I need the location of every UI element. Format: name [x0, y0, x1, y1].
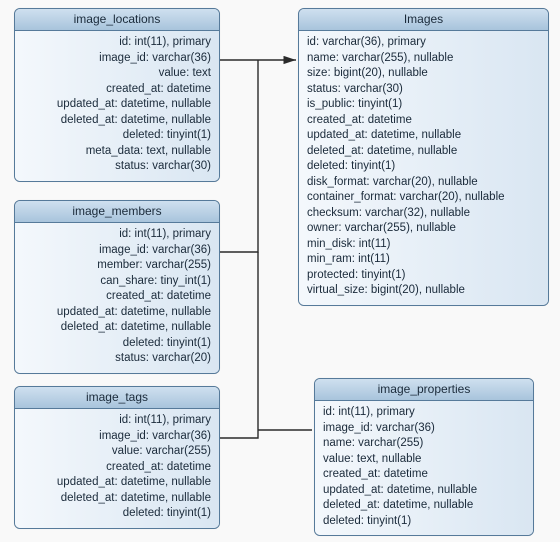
- field-row: deleted_at: datetime, nullable: [23, 113, 211, 129]
- field-row: min_ram: int(11): [307, 252, 540, 268]
- field-row: updated_at: datetime, nullable: [23, 97, 211, 113]
- field-row: updated_at: datetime, nullable: [23, 475, 211, 491]
- field-row: id: int(11), primary: [23, 227, 211, 243]
- field-row: checksum: varchar(32), nullable: [307, 206, 540, 222]
- field-row: container_format: varchar(20), nullable: [307, 190, 540, 206]
- field-row: value: text: [23, 66, 211, 82]
- field-row: disk_format: varchar(20), nullable: [307, 175, 540, 191]
- field-row: name: varchar(255), nullable: [307, 51, 540, 67]
- field-row: created_at: datetime: [323, 467, 525, 483]
- field-row: value: varchar(255): [23, 444, 211, 460]
- entity-image-properties: image_properties id: int(11), primaryima…: [314, 378, 534, 536]
- field-row: created_at: datetime: [23, 460, 211, 476]
- field-row: id: int(11), primary: [23, 413, 211, 429]
- er-diagram: image_locations id: int(11), primaryimag…: [0, 0, 560, 542]
- field-row: deleted: tinyint(1): [23, 128, 211, 144]
- field-row: is_public: tinyint(1): [307, 97, 540, 113]
- entity-title: image_locations: [15, 9, 219, 31]
- field-row: deleted_at: datetime, nullable: [323, 498, 525, 514]
- entity-fields: id: int(11), primaryimage_id: varchar(36…: [15, 31, 219, 181]
- field-row: deleted: tinyint(1): [23, 336, 211, 352]
- field-row: deleted: tinyint(1): [323, 514, 525, 530]
- field-row: deleted_at: datetime, nullable: [307, 144, 540, 160]
- field-row: image_id: varchar(36): [23, 243, 211, 259]
- field-row: protected: tinyint(1): [307, 268, 540, 284]
- entity-fields: id: int(11), primaryimage_id: varchar(36…: [15, 223, 219, 373]
- field-row: deleted: tinyint(1): [23, 506, 211, 522]
- field-row: created_at: datetime: [307, 113, 540, 129]
- field-row: name: varchar(255): [323, 436, 525, 452]
- field-row: member: varchar(255): [23, 258, 211, 274]
- field-row: status: varchar(30): [307, 82, 540, 98]
- field-row: updated_at: datetime, nullable: [323, 483, 525, 499]
- field-row: size: bigint(20), nullable: [307, 66, 540, 82]
- entity-title: image_members: [15, 201, 219, 223]
- field-row: updated_at: datetime, nullable: [307, 128, 540, 144]
- entity-title: Images: [299, 9, 548, 31]
- field-row: deleted_at: datetime, nullable: [23, 320, 211, 336]
- field-row: created_at: datetime: [23, 289, 211, 305]
- field-row: virtual_size: bigint(20), nullable: [307, 283, 540, 299]
- entity-fields: id: varchar(36), primaryname: varchar(25…: [299, 31, 548, 305]
- entity-image-locations: image_locations id: int(11), primaryimag…: [14, 8, 220, 182]
- field-row: status: varchar(30): [23, 159, 211, 175]
- field-row: owner: varchar(255), nullable: [307, 221, 540, 237]
- entity-image-tags: image_tags id: int(11), primaryimage_id:…: [14, 386, 220, 529]
- entity-image-members: image_members id: int(11), primaryimage_…: [14, 200, 220, 374]
- entity-images: Images id: varchar(36), primaryname: var…: [298, 8, 549, 306]
- entity-title: image_properties: [315, 379, 533, 401]
- field-row: id: int(11), primary: [323, 405, 525, 421]
- field-row: id: varchar(36), primary: [307, 35, 540, 51]
- field-row: deleted: tinyint(1): [307, 159, 540, 175]
- field-row: status: varchar(20): [23, 351, 211, 367]
- field-row: created_at: datetime: [23, 82, 211, 98]
- field-row: image_id: varchar(36): [23, 429, 211, 445]
- field-row: updated_at: datetime, nullable: [23, 305, 211, 321]
- entity-fields: id: int(11), primaryimage_id: varchar(36…: [315, 401, 533, 535]
- field-row: meta_data: text, nullable: [23, 144, 211, 160]
- field-row: value: text, nullable: [323, 452, 525, 468]
- field-row: deleted_at: datetime, nullable: [23, 491, 211, 507]
- field-row: image_id: varchar(36): [23, 51, 211, 67]
- field-row: min_disk: int(11): [307, 237, 540, 253]
- entity-title: image_tags: [15, 387, 219, 409]
- field-row: can_share: tiny_int(1): [23, 274, 211, 290]
- field-row: image_id: varchar(36): [323, 421, 525, 437]
- field-row: id: int(11), primary: [23, 35, 211, 51]
- entity-fields: id: int(11), primaryimage_id: varchar(36…: [15, 409, 219, 528]
